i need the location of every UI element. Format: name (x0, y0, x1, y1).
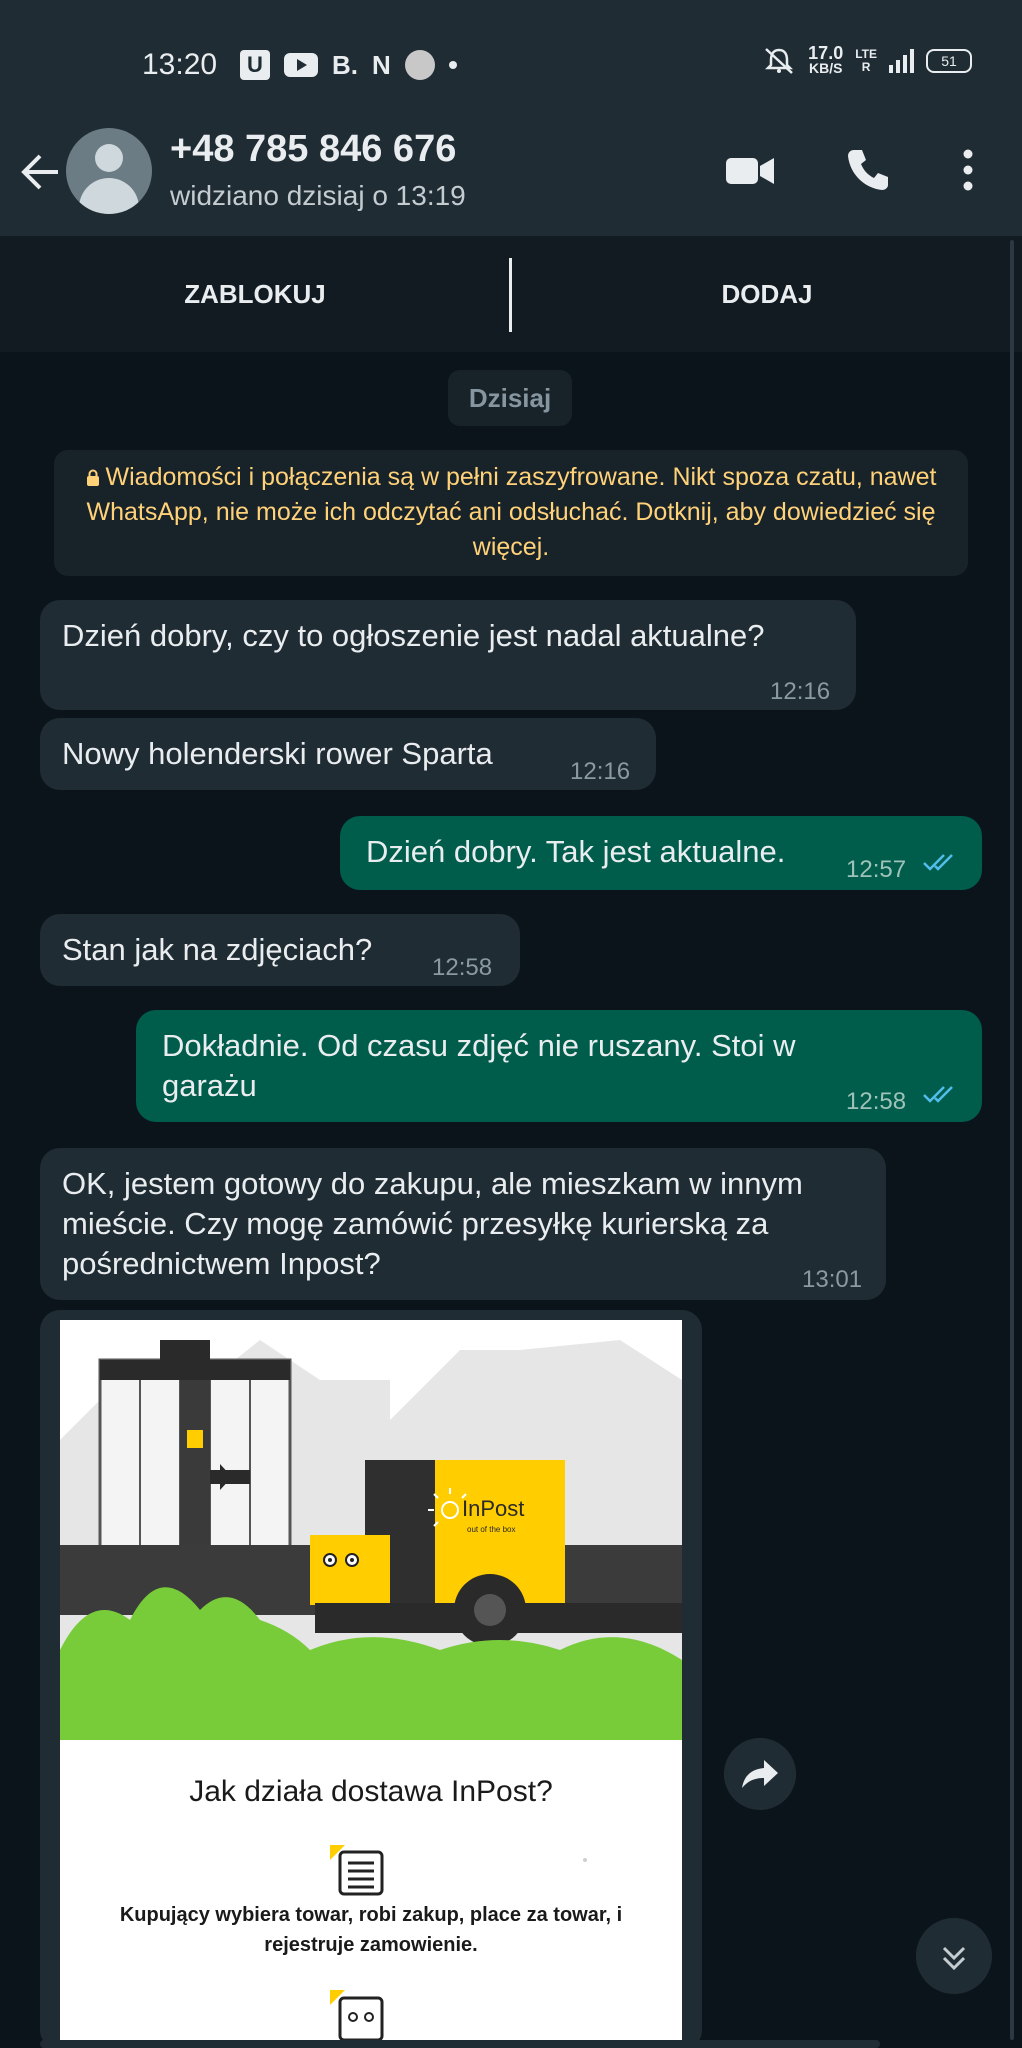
mute-icon (765, 48, 794, 74)
message-text: Nowy holenderski rower Sparta (62, 736, 493, 771)
phone-icon[interactable] (840, 142, 896, 198)
inpost-image-title: Jak działa dostawa InPost? (189, 1775, 553, 1808)
message-text: OK, jestem gotowy do zakupu, ale mieszka… (62, 1166, 803, 1281)
encryption-notice-text: Wiadomości i połączenia są w pełni zaszy… (86, 463, 937, 561)
network-type: LTE R (855, 47, 877, 74)
video-call-icon[interactable] (722, 142, 778, 198)
message-time: 12:16 (570, 758, 631, 785)
message-time: 12:58 (846, 1088, 907, 1115)
next-message-edge (40, 2040, 880, 2048)
b-app-icon: B. (332, 50, 358, 80)
block-button[interactable]: ZABLOKUJ (0, 236, 510, 352)
avatar[interactable] (66, 128, 152, 214)
encryption-notice[interactable]: Wiadomości i połączenia są w pełni zaszy… (54, 450, 968, 576)
inpost-image[interactable]: InPost out of the box Jak działa dostawa… (60, 1320, 682, 2048)
inpost-image-description: Kupujący wybiera towar, robi zakup, plac… (119, 1904, 623, 1956)
add-contact-button[interactable]: DODAJ (512, 236, 1022, 352)
more-vert-icon[interactable] (940, 142, 996, 198)
contact-name[interactable]: +48 785 846 676 (170, 128, 456, 171)
scrollbar[interactable] (1010, 240, 1014, 2040)
dot-icon (448, 61, 457, 69)
signal-icon (889, 49, 914, 73)
message-text: Dzień dobry. Tak jest aktualne. (366, 834, 786, 869)
message-incoming[interactable]: Dzień dobry, czy to ogłoszenie jest nada… (40, 600, 856, 710)
message-text: Dokładnie. Od czasu zdjęć nie ruszany. S… (162, 1028, 796, 1103)
date-chip: Dzisiaj (448, 370, 572, 426)
inpost-logo-tagline: out of the box (467, 1525, 515, 1534)
status-time: 13:20 (142, 48, 218, 81)
app-circle-icon (404, 50, 435, 80)
message-outgoing[interactable]: Dokładnie. Od czasu zdjęć nie ruszany. S… (136, 1010, 982, 1122)
image-message[interactable]: InPost out of the box Jak działa dostawa… (40, 1310, 702, 2048)
network-speed: 17.0 KB/S (808, 43, 844, 76)
status-bar: 13:20 U B. N 17.0 KB/S LTE R 51 (0, 0, 1022, 128)
message-time: 12:57 (846, 856, 907, 883)
youtube-icon (284, 53, 318, 77)
n-app-icon: N (372, 50, 391, 80)
message-time: 13:01 (802, 1266, 863, 1293)
message-text: Stan jak na zdjęciach? (62, 932, 373, 967)
lock-icon (86, 469, 99, 486)
last-seen-status[interactable]: widziano dzisiaj o 13:19 (170, 180, 466, 212)
message-incoming[interactable]: Stan jak na zdjęciach? 12:58 (40, 914, 520, 986)
message-text: Dzień dobry, czy to ogłoszenie jest nada… (62, 618, 765, 653)
chat-header: +48 785 846 676 widziano dzisiaj o 13:19 (0, 128, 1022, 236)
message-incoming[interactable]: Nowy holenderski rower Sparta 12:16 (40, 718, 656, 790)
u-app-icon: U (240, 50, 270, 80)
read-ticks-icon (923, 1086, 953, 1103)
message-outgoing[interactable]: Dzień dobry. Tak jest aktualne. 12:57 (340, 816, 982, 890)
message-time: 12:16 (770, 678, 831, 705)
message-incoming[interactable]: OK, jestem gotowy do zakupu, ale mieszka… (40, 1148, 886, 1300)
inpost-logo-text: InPost (462, 1496, 524, 1521)
message-time: 12:58 (432, 954, 493, 981)
notification-icons: U B. N (240, 48, 457, 82)
read-ticks-icon (923, 854, 953, 871)
system-icons: 17.0 KB/S LTE R 51 (762, 43, 972, 76)
forward-icon[interactable] (724, 1738, 796, 1810)
battery-icon: 51 (926, 49, 972, 73)
unknown-contact-actions: ZABLOKUJ DODAJ (0, 236, 1022, 352)
back-arrow-icon[interactable] (18, 150, 62, 194)
scroll-down-icon[interactable] (916, 1918, 992, 1994)
